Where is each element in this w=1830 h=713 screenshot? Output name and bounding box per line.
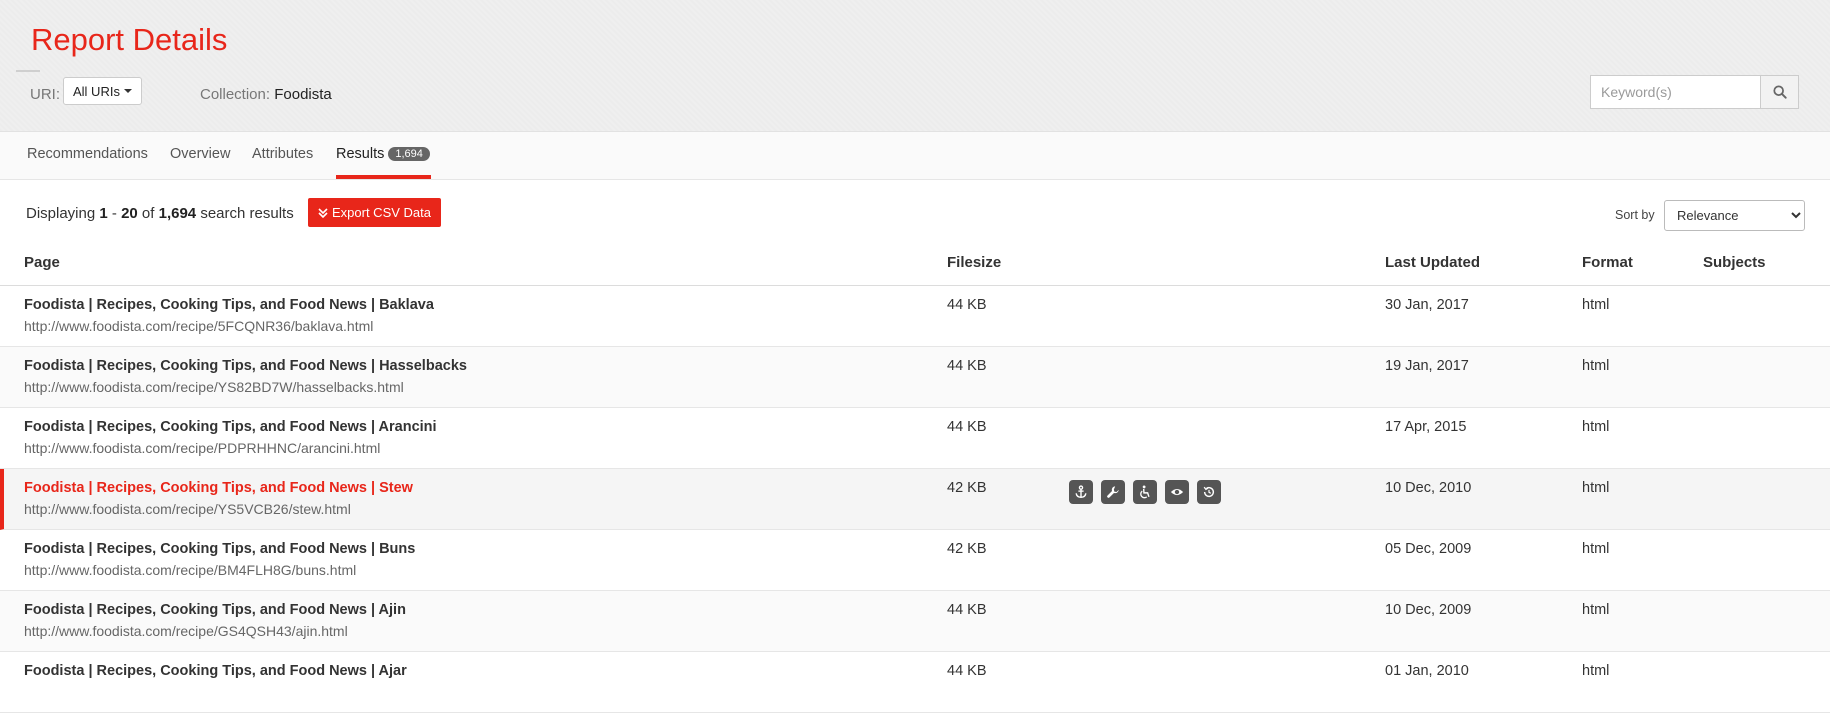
- row-page-title[interactable]: Foodista | Recipes, Cooking Tips, and Fo…: [24, 541, 415, 557]
- row-filesize: 44 KB: [947, 663, 987, 679]
- wrench-action-button[interactable]: [1101, 480, 1125, 504]
- row-page-url[interactable]: http://www.foodista.com/recipe/PDPRHHNC/…: [24, 440, 380, 456]
- row-format: html: [1582, 297, 1610, 313]
- uri-dropdown-value: All URIs: [73, 83, 120, 99]
- tab-overview[interactable]: Overview: [170, 146, 230, 162]
- range-separator: -: [111, 205, 117, 222]
- row-format: html: [1582, 541, 1610, 557]
- eye-icon: [1170, 488, 1184, 496]
- row-filesize: 44 KB: [947, 358, 987, 374]
- collection-value: Foodista: [274, 86, 332, 103]
- row-last-updated: 17 Apr, 2015: [1385, 419, 1467, 435]
- history-icon: [1203, 486, 1215, 498]
- row-filesize: 44 KB: [947, 602, 987, 618]
- wrench-icon: [1107, 486, 1119, 498]
- row-filesize: 42 KB: [947, 480, 987, 496]
- row-page-title[interactable]: Foodista | Recipes, Cooking Tips, and Fo…: [24, 358, 467, 374]
- collection-label: Collection:: [200, 86, 271, 103]
- export-csv-button[interactable]: Export CSV Data: [308, 198, 441, 227]
- history-action-button[interactable]: [1197, 480, 1221, 504]
- title-divider: [16, 70, 40, 72]
- export-csv-label: Export CSV Data: [332, 205, 431, 220]
- tab-bar: Recommendations Overview Attributes Resu…: [0, 132, 1830, 180]
- column-filesize[interactable]: Filesize: [947, 254, 1001, 271]
- row-page-url[interactable]: http://www.foodista.com/recipe/5FCQNR36/…: [24, 318, 373, 334]
- summary-of: of: [141, 205, 155, 222]
- double-chevron-down-icon: [318, 207, 328, 218]
- table-row[interactable]: Foodista | Recipes, Cooking Tips, and Fo…: [0, 591, 1830, 652]
- row-filesize: 44 KB: [947, 297, 987, 313]
- row-page-title[interactable]: Foodista | Recipes, Cooking Tips, and Fo…: [24, 602, 406, 618]
- table-row[interactable]: Foodista | Recipes, Cooking Tips, and Fo…: [0, 530, 1830, 591]
- results-total: 1,694: [158, 205, 197, 222]
- column-page[interactable]: Page: [24, 254, 60, 271]
- row-last-updated: 01 Jan, 2010: [1385, 663, 1469, 679]
- accessibility-action-button[interactable]: [1133, 480, 1157, 504]
- active-tab-indicator: [336, 175, 431, 179]
- summary-suffix: search results: [200, 205, 294, 222]
- row-page-url[interactable]: http://www.foodista.com/recipe/YS5VCB26/…: [24, 501, 351, 517]
- row-last-updated: 30 Jan, 2017: [1385, 297, 1469, 313]
- row-format: html: [1582, 602, 1610, 618]
- report-header: Report Details URI: All URIs Collection:…: [0, 0, 1830, 132]
- row-page-url[interactable]: http://www.foodista.com/recipe/GS4QSH43/…: [24, 623, 348, 639]
- row-format: html: [1582, 358, 1610, 374]
- row-last-updated: 05 Dec, 2009: [1385, 541, 1472, 557]
- table-header: Page Filesize Last Updated Format Subjec…: [0, 243, 1830, 286]
- results-toolbar: Displaying 1 - 20 of 1,694 search result…: [0, 180, 1830, 243]
- row-page-url[interactable]: http://www.foodista.com/recipe/BM4FLH8G/…: [24, 562, 356, 578]
- table-row-selected[interactable]: Foodista | Recipes, Cooking Tips, and Fo…: [0, 469, 1830, 530]
- search-icon: [1772, 85, 1787, 99]
- column-subjects[interactable]: Subjects: [1703, 254, 1766, 271]
- row-page-title[interactable]: Foodista | Recipes, Cooking Tips, and Fo…: [24, 663, 407, 679]
- tab-results-label: Results: [336, 146, 385, 162]
- results-summary: Displaying 1 - 20 of 1,694 search result…: [26, 205, 294, 222]
- anchor-icon: [1075, 485, 1087, 498]
- caret-down-icon: [123, 89, 132, 93]
- collection-info: Collection: Foodista: [200, 86, 332, 103]
- sort-select[interactable]: Relevance: [1664, 200, 1805, 231]
- table-row[interactable]: Foodista | Recipes, Cooking Tips, and Fo…: [0, 286, 1830, 347]
- uri-label: URI:: [30, 86, 60, 103]
- row-last-updated: 19 Jan, 2017: [1385, 358, 1469, 374]
- row-page-url[interactable]: http://www.foodista.com/recipe/YS82BD7W/…: [24, 379, 404, 395]
- results-table-body: Foodista | Recipes, Cooking Tips, and Fo…: [0, 286, 1830, 713]
- row-last-updated: 10 Dec, 2009: [1385, 602, 1472, 618]
- row-format: html: [1582, 419, 1610, 435]
- summary-prefix: Displaying: [26, 205, 96, 222]
- row-filesize: 42 KB: [947, 541, 987, 557]
- tab-attributes[interactable]: Attributes: [252, 146, 313, 162]
- keyword-search-input[interactable]: [1590, 75, 1761, 109]
- row-page-title[interactable]: Foodista | Recipes, Cooking Tips, and Fo…: [24, 297, 434, 313]
- column-last-updated[interactable]: Last Updated: [1385, 254, 1480, 271]
- tab-recommendations[interactable]: Recommendations: [27, 146, 148, 162]
- accessibility-icon: [1140, 485, 1150, 499]
- row-actions: [1069, 480, 1221, 504]
- row-filesize: 44 KB: [947, 419, 987, 435]
- uri-dropdown[interactable]: All URIs: [63, 77, 142, 105]
- table-row[interactable]: Foodista | Recipes, Cooking Tips, and Fo…: [0, 347, 1830, 408]
- row-page-title[interactable]: Foodista | Recipes, Cooking Tips, and Fo…: [24, 480, 413, 496]
- row-format: html: [1582, 480, 1610, 496]
- range-start: 1: [99, 205, 108, 222]
- sort-label: Sort by: [1615, 208, 1655, 222]
- search-button[interactable]: [1761, 75, 1799, 109]
- column-format[interactable]: Format: [1582, 254, 1633, 271]
- row-page-title[interactable]: Foodista | Recipes, Cooking Tips, and Fo…: [24, 419, 437, 435]
- range-end: 20: [121, 205, 138, 222]
- table-row[interactable]: Foodista | Recipes, Cooking Tips, and Fo…: [0, 408, 1830, 469]
- row-last-updated: 10 Dec, 2010: [1385, 480, 1472, 496]
- row-format: html: [1582, 663, 1610, 679]
- tab-results[interactable]: Results 1,694: [336, 146, 430, 162]
- anchor-action-button[interactable]: [1069, 480, 1093, 504]
- page-title: Report Details: [31, 22, 228, 57]
- results-count-badge: 1,694: [388, 147, 430, 161]
- preview-action-button[interactable]: [1165, 480, 1189, 504]
